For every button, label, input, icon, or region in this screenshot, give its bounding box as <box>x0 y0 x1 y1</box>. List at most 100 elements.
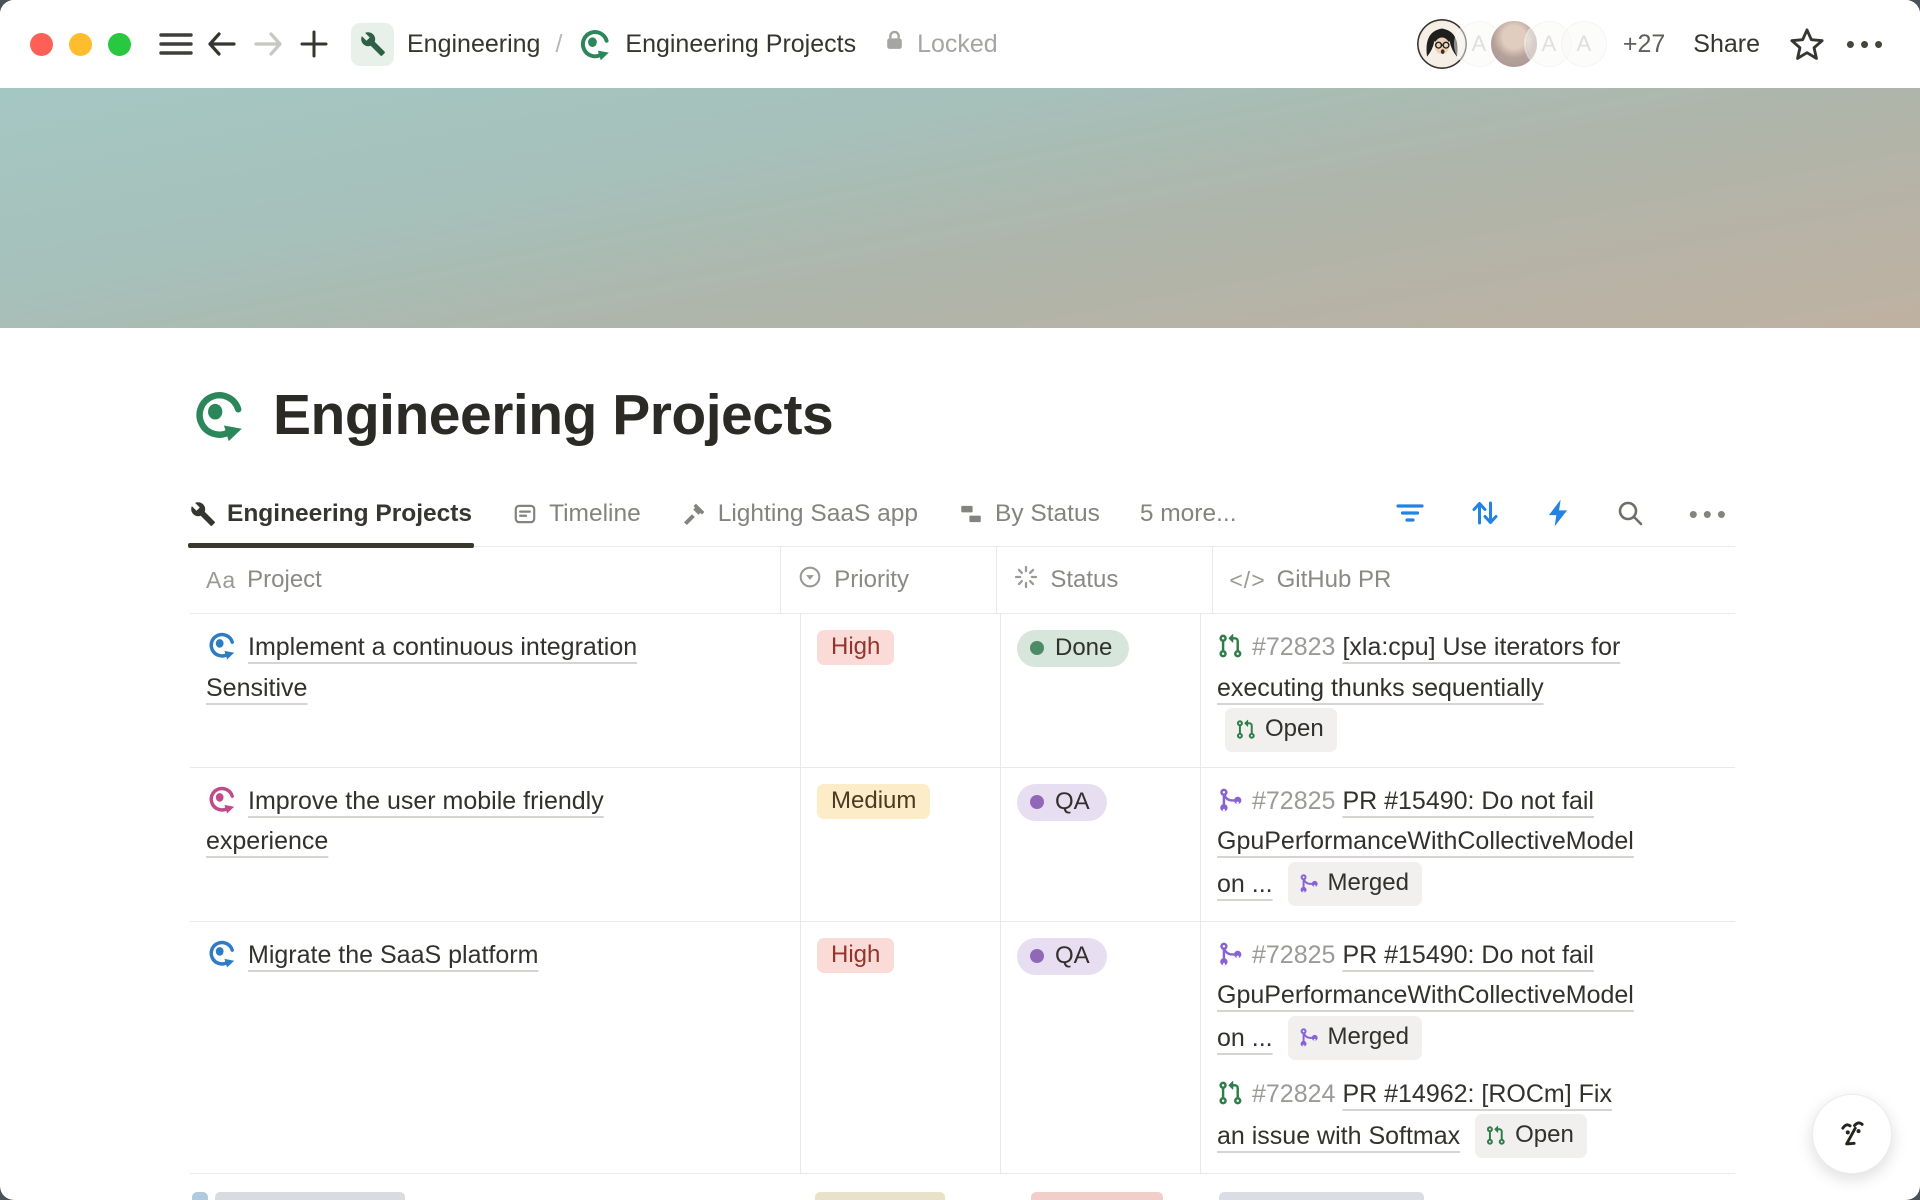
status-badge[interactable]: QA <box>1017 784 1107 821</box>
status-badge[interactable]: QA <box>1017 938 1107 975</box>
priority-cell[interactable]: Medium <box>800 768 1000 921</box>
pr-number: #72825 <box>1252 787 1335 815</box>
tab-lighting-saas-app[interactable]: Lighting SaaS app <box>681 482 918 546</box>
column-label: GitHub PR <box>1277 566 1392 594</box>
tab-engineering-projects[interactable]: Engineering Projects <box>190 482 472 546</box>
forward-button[interactable] <box>245 21 291 67</box>
lightning-icon <box>1545 498 1571 531</box>
pr-number: #72823 <box>1252 633 1335 661</box>
iteration-icon <box>206 787 248 815</box>
minimize-window-button[interactable] <box>69 33 92 56</box>
project-cell: Implement a continuous integration Sensi… <box>190 614 800 767</box>
page-cover-image[interactable] <box>0 88 1920 328</box>
notion-ai-button[interactable] <box>1812 1094 1892 1174</box>
column-header-status[interactable]: Status <box>996 547 1212 613</box>
sort-button[interactable] <box>1466 495 1504 534</box>
close-window-button[interactable] <box>30 33 53 56</box>
tab-label: By Status <box>995 500 1100 528</box>
view-options-button[interactable]: ••• <box>1685 495 1735 534</box>
tab-label: 5 more... <box>1140 500 1237 528</box>
column-label: Status <box>1050 566 1118 594</box>
status-dot-icon <box>1030 795 1044 809</box>
arrow-right-icon <box>252 30 284 58</box>
status-dot-icon <box>1030 949 1044 963</box>
automations-button[interactable] <box>1541 494 1575 535</box>
column-header-github-pr[interactable]: </> GitHub PR <box>1212 547 1735 613</box>
clipped-row-project-icon <box>192 1192 208 1200</box>
page-title-row: Engineering Projects <box>190 382 1735 448</box>
pr-state-label: Merged <box>1328 864 1409 903</box>
status-cell[interactable]: Done <box>1000 614 1200 767</box>
iteration-icon <box>206 633 248 661</box>
column-label: Project <box>247 566 322 594</box>
pr-state-badge[interactable]: Open <box>1225 708 1337 752</box>
workspace-wrench-icon[interactable] <box>351 23 394 66</box>
pr-state-badge[interactable]: Merged <box>1288 1016 1422 1060</box>
traffic-lights <box>30 33 131 56</box>
page-content: Engineering Projects Engineering Project… <box>190 382 1735 1174</box>
presence-avatars: A A A <box>1415 17 1609 71</box>
tab-by-status[interactable]: By Status <box>958 482 1100 546</box>
git-pull-request-icon <box>1217 633 1243 661</box>
page-title[interactable]: Engineering Projects <box>273 382 833 448</box>
avatar[interactable]: A <box>1559 19 1609 69</box>
table-header: Aa Project Priority Status </> GitHub PR <box>190 547 1735 614</box>
priority-cell[interactable]: High <box>800 614 1000 767</box>
table-row: Implement a continuous integration Sensi… <box>190 614 1735 768</box>
priority-badge[interactable]: High <box>817 630 894 665</box>
priority-badge[interactable]: High <box>817 938 894 973</box>
hamburger-icon <box>158 29 194 59</box>
priority-cell[interactable]: High <box>800 922 1000 1173</box>
filter-button[interactable] <box>1391 496 1429 533</box>
git-merge-icon <box>1298 864 1319 903</box>
table-row: Improve the user mobile friendly experie… <box>190 768 1735 922</box>
pr-number: #72825 <box>1252 941 1335 969</box>
column-header-project[interactable]: Aa Project <box>190 547 780 613</box>
pr-number: #72824 <box>1252 1080 1335 1108</box>
lock-icon <box>882 28 907 60</box>
table-row: Migrate the SaaS platformHighQA#72825PR … <box>190 922 1735 1174</box>
project-link[interactable]: Migrate the SaaS platform <box>248 941 538 969</box>
iteration-icon <box>206 941 248 969</box>
search-icon <box>1616 499 1644 530</box>
breadcrumb-workspace[interactable]: Engineering <box>407 30 540 59</box>
ellipsis-icon: ••• <box>1846 29 1888 60</box>
pr-state-badge[interactable]: Merged <box>1288 862 1422 906</box>
priority-badge[interactable]: Medium <box>817 784 930 819</box>
tab-label: Lighting SaaS app <box>718 500 918 528</box>
view-tabs: Engineering Projects Timeline Lighting S… <box>190 482 1735 547</box>
project-cell: Improve the user mobile friendly experie… <box>190 768 800 921</box>
view-toolbar: ••• <box>1391 494 1735 535</box>
sidebar-menu-button[interactable] <box>153 21 199 67</box>
share-button[interactable]: Share <box>1683 22 1770 67</box>
back-button[interactable] <box>199 21 245 67</box>
pr-state-label: Open <box>1515 1116 1574 1155</box>
status-dot-icon <box>1030 641 1044 655</box>
github-pr-cell: #72825PR #15490: Do not fail GpuPerforma… <box>1200 768 1735 921</box>
notion-window: Engineering / Engineering Projects Locke… <box>0 0 1920 1200</box>
pr-state-badge[interactable]: Open <box>1475 1114 1587 1158</box>
new-tab-button[interactable] <box>291 21 337 67</box>
presence-overflow-count[interactable]: +27 <box>1623 30 1665 59</box>
tab-more-views[interactable]: 5 more... <box>1140 482 1237 546</box>
status-spinner-icon <box>1013 564 1039 597</box>
search-button[interactable] <box>1612 495 1648 534</box>
status-badge[interactable]: Done <box>1017 630 1129 667</box>
tab-timeline[interactable]: Timeline <box>512 482 641 546</box>
avatar-letter: A <box>1577 31 1592 57</box>
project-link[interactable]: Implement a continuous integration Sensi… <box>206 633 637 702</box>
zoom-window-button[interactable] <box>108 33 131 56</box>
more-actions-button[interactable]: ••• <box>1844 21 1890 67</box>
page-iteration-icon-large[interactable] <box>190 387 247 444</box>
column-header-priority[interactable]: Priority <box>780 547 996 613</box>
git-merge-icon <box>1217 787 1243 815</box>
breadcrumb-separator: / <box>555 30 562 59</box>
status-cell[interactable]: QA <box>1000 768 1200 921</box>
table-body: Implement a continuous integration Sensi… <box>190 614 1735 1174</box>
favorite-button[interactable] <box>1784 21 1830 67</box>
locked-indicator[interactable]: Locked <box>882 28 998 60</box>
tab-label: Timeline <box>549 500 641 528</box>
breadcrumb-page[interactable]: Engineering Projects <box>625 30 856 59</box>
status-cell[interactable]: QA <box>1000 922 1200 1173</box>
project-link[interactable]: Improve the user mobile friendly experie… <box>206 787 604 856</box>
